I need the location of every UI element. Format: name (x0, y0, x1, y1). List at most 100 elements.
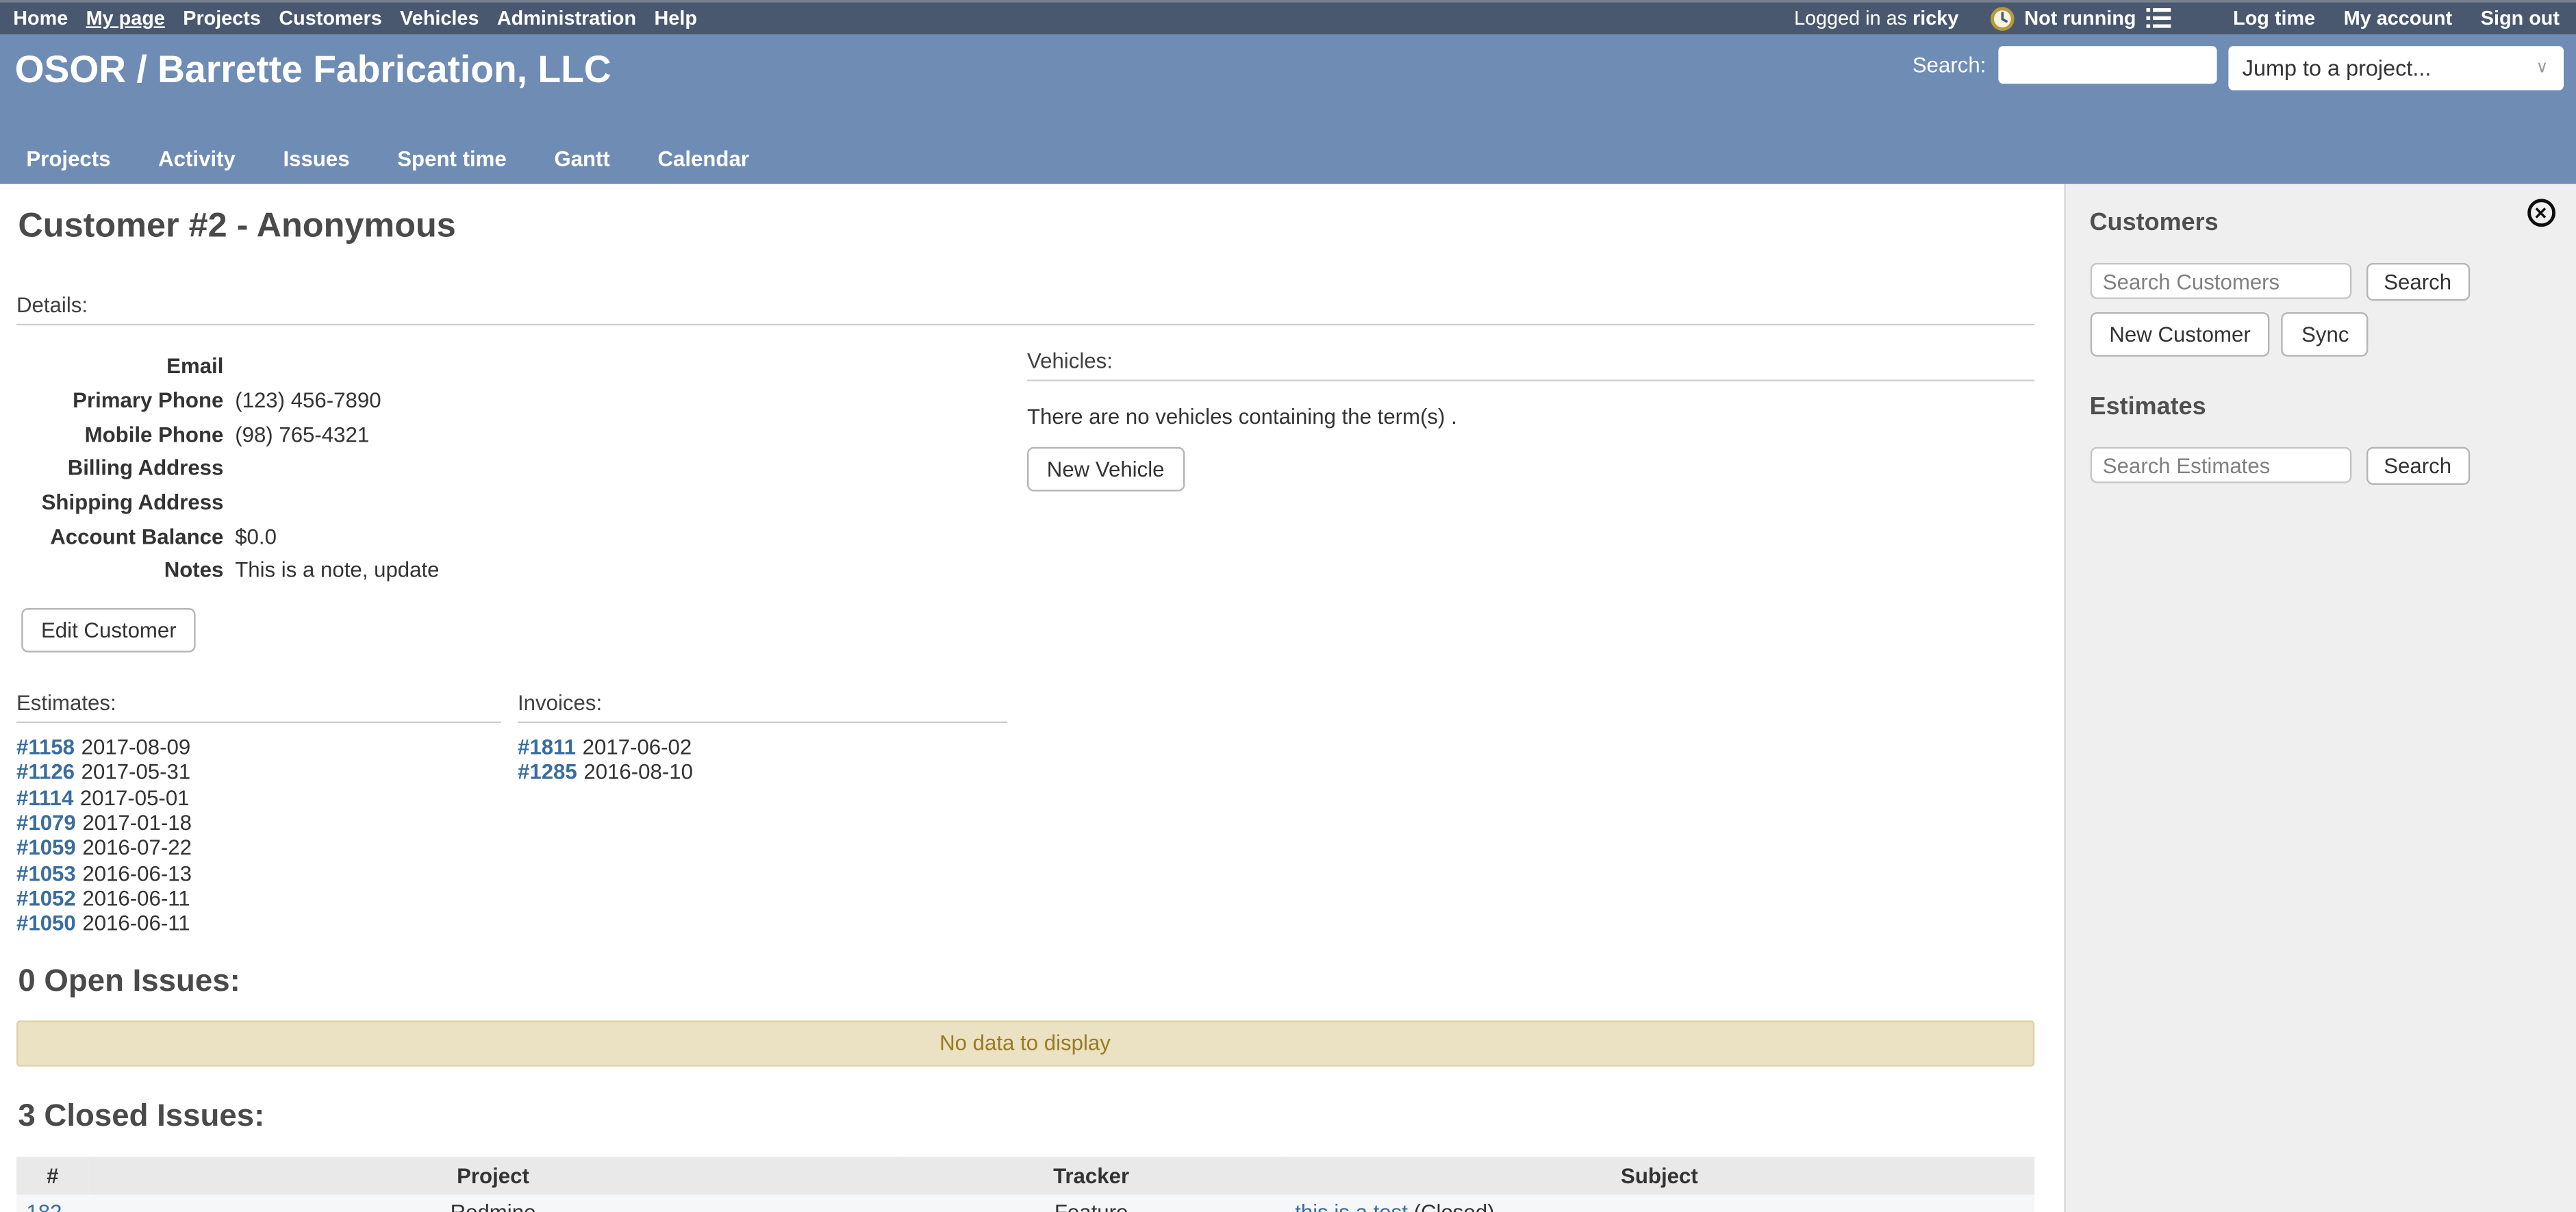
estimate-date: 2017-05-01 (80, 785, 190, 809)
estimate-link[interactable]: #1053 (16, 860, 76, 885)
list-item: #10502016-06-11 (16, 911, 518, 936)
top-menu-home[interactable]: Home (13, 7, 68, 30)
closed-issues-table: # Project Tracker Subject 182 Redmine Fe… (16, 1157, 2034, 1212)
field-value: This is a note, update (235, 555, 439, 589)
quick-search: Search: Jump to a project... ∨ (1912, 45, 2563, 90)
customers-action-row: New Customer Sync (2090, 312, 2553, 357)
list-icon[interactable] (2146, 8, 2171, 28)
estimate-link[interactable]: #1059 (16, 835, 76, 860)
estimate-link[interactable]: #1114 (16, 785, 73, 809)
field-row: Mobile Phone (98) 765-4321 (16, 418, 1019, 453)
field-label: Primary Phone (16, 384, 223, 418)
estimates-invoices: Estimates: #11582017-08-09 #11262017-05-… (16, 690, 1019, 936)
sync-button[interactable]: Sync (2282, 312, 2369, 357)
field-label: Shipping Address (16, 486, 223, 520)
new-customer-button[interactable]: New Customer (2090, 312, 2271, 357)
tab-projects[interactable]: Projects (26, 147, 110, 171)
edit-customer-button[interactable]: Edit Customer (21, 608, 196, 653)
field-label: Billing Address (16, 452, 223, 486)
estimates-section: Estimates: #11582017-08-09 #11262017-05-… (16, 690, 518, 936)
no-data-banner: No data to display (16, 1021, 2034, 1067)
table-row: 182 Redmine Feature this is a test (Clos… (16, 1195, 2034, 1212)
invoice-link[interactable]: #1811 (518, 735, 576, 759)
field-row: Shipping Address (16, 486, 1019, 520)
field-value: (98) 765-4321 (235, 418, 369, 453)
top-menu-my-page[interactable]: My page (86, 7, 165, 30)
logged-in-username[interactable]: ricky (1912, 7, 1958, 30)
tab-activity[interactable]: Activity (158, 147, 236, 171)
column-header-subject: Subject (1285, 1157, 2034, 1195)
search-customers-input[interactable] (2090, 263, 2351, 299)
main-content: Customer #2 - Anonymous Details: Email P… (0, 184, 2063, 1212)
sidebar-estimates-heading: Estimates (2090, 393, 2553, 421)
vehicles-heading: Vehicles: (1027, 349, 2034, 373)
estimate-date: 2017-01-18 (82, 810, 192, 835)
log-time-link[interactable]: Log time (2233, 7, 2315, 30)
details-split: Email Primary Phone (123) 456-7890 Mobil… (16, 325, 2034, 935)
invoice-date: 2017-06-02 (583, 735, 692, 759)
search-estimates-button[interactable]: Search (2366, 447, 2470, 485)
field-row: Primary Phone (123) 456-7890 (16, 384, 1019, 418)
customers-search-row: Search (2090, 263, 2553, 301)
top-menu-customers[interactable]: Customers (279, 7, 381, 30)
my-account-link[interactable]: My account (2344, 7, 2452, 30)
field-label: Notes (16, 555, 223, 589)
tab-issues[interactable]: Issues (283, 147, 349, 171)
top-menu-projects[interactable]: Projects (183, 7, 261, 30)
estimates-divider (16, 722, 501, 723)
estimate-link[interactable]: #1158 (16, 735, 75, 759)
table-header-row: # Project Tracker Subject (16, 1157, 2034, 1195)
estimate-link[interactable]: #1079 (16, 810, 76, 835)
close-icon-glyph: × (2534, 202, 2547, 223)
search-customers-button[interactable]: Search (2366, 263, 2470, 301)
estimate-date: 2016-06-11 (82, 911, 190, 935)
top-menu-help[interactable]: Help (655, 7, 697, 30)
field-row: Account Balance $0.0 (16, 520, 1019, 555)
field-label: Mobile Phone (16, 418, 223, 453)
issue-subject-link[interactable]: this is a test (1295, 1200, 1408, 1212)
field-row: Email (16, 350, 1019, 384)
details-heading: Details: (16, 292, 2034, 317)
invoices-heading: Invoices: (518, 690, 1019, 715)
search-estimates-input[interactable] (2090, 447, 2351, 483)
estimate-link[interactable]: #1126 (16, 760, 75, 785)
field-value: $0.0 (235, 520, 277, 555)
estimates-search-row: Search (2090, 447, 2553, 485)
vehicles-section: Vehicles: There are no vehicles containi… (1019, 325, 2034, 935)
logged-in-prefix: Logged in as (1794, 7, 1907, 30)
issue-id-link[interactable]: 182 (26, 1200, 62, 1212)
tab-calendar[interactable]: Calendar (657, 147, 749, 171)
estimate-date: 2016-07-22 (82, 835, 192, 860)
top-menu-vehicles[interactable]: Vehicles (400, 7, 479, 30)
list-item: #1811 2017-06-02 (518, 735, 1019, 760)
sidebar-customers-heading: Customers (2090, 209, 2553, 237)
content-area: Customer #2 - Anonymous Details: Email P… (0, 184, 2576, 1212)
tab-gantt[interactable]: Gantt (554, 147, 609, 171)
list-item: #11582017-08-09 (16, 735, 518, 760)
estimate-link[interactable]: #1052 (16, 885, 76, 910)
closed-issues-heading: 3 Closed Issues: (18, 1102, 2034, 1136)
issue-status-suffix: (Closed) (1408, 1200, 1495, 1212)
chevron-down-icon: ∨ (2536, 60, 2549, 77)
field-row: Notes This is a note, update (16, 555, 1019, 589)
tab-spent-time[interactable]: Spent time (397, 147, 507, 171)
list-item: #10592016-07-22 (16, 835, 518, 861)
top-menu-administration[interactable]: Administration (497, 7, 636, 30)
list-item: #10532016-06-13 (16, 860, 518, 885)
jump-to-project-select[interactable]: Jump to a project... ∨ (2227, 46, 2563, 90)
list-item: #10522016-06-11 (16, 885, 518, 911)
invoice-link[interactable]: #1285 (518, 760, 577, 785)
sign-out-link[interactable]: Sign out (2481, 7, 2560, 30)
site-title: OSOR / Barrette Fabrication, LLC (15, 48, 611, 91)
vehicles-divider (1027, 380, 2034, 381)
column-header-id: # (16, 1157, 89, 1195)
sidebar: × Customers Search New Customer Sync Est… (2063, 184, 2576, 1212)
estimate-link[interactable]: #1050 (16, 911, 76, 935)
search-input[interactable] (1997, 46, 2216, 84)
open-issues-heading: 0 Open Issues: (18, 967, 2034, 1001)
circle-x-icon[interactable]: × (2527, 199, 2555, 227)
site-header: OSOR / Barrette Fabrication, LLC Search:… (0, 34, 2576, 184)
logged-in-status: Logged in as ricky (1794, 7, 1958, 30)
new-vehicle-button[interactable]: New Vehicle (1027, 447, 1184, 492)
clock-icon[interactable] (1990, 5, 2015, 30)
